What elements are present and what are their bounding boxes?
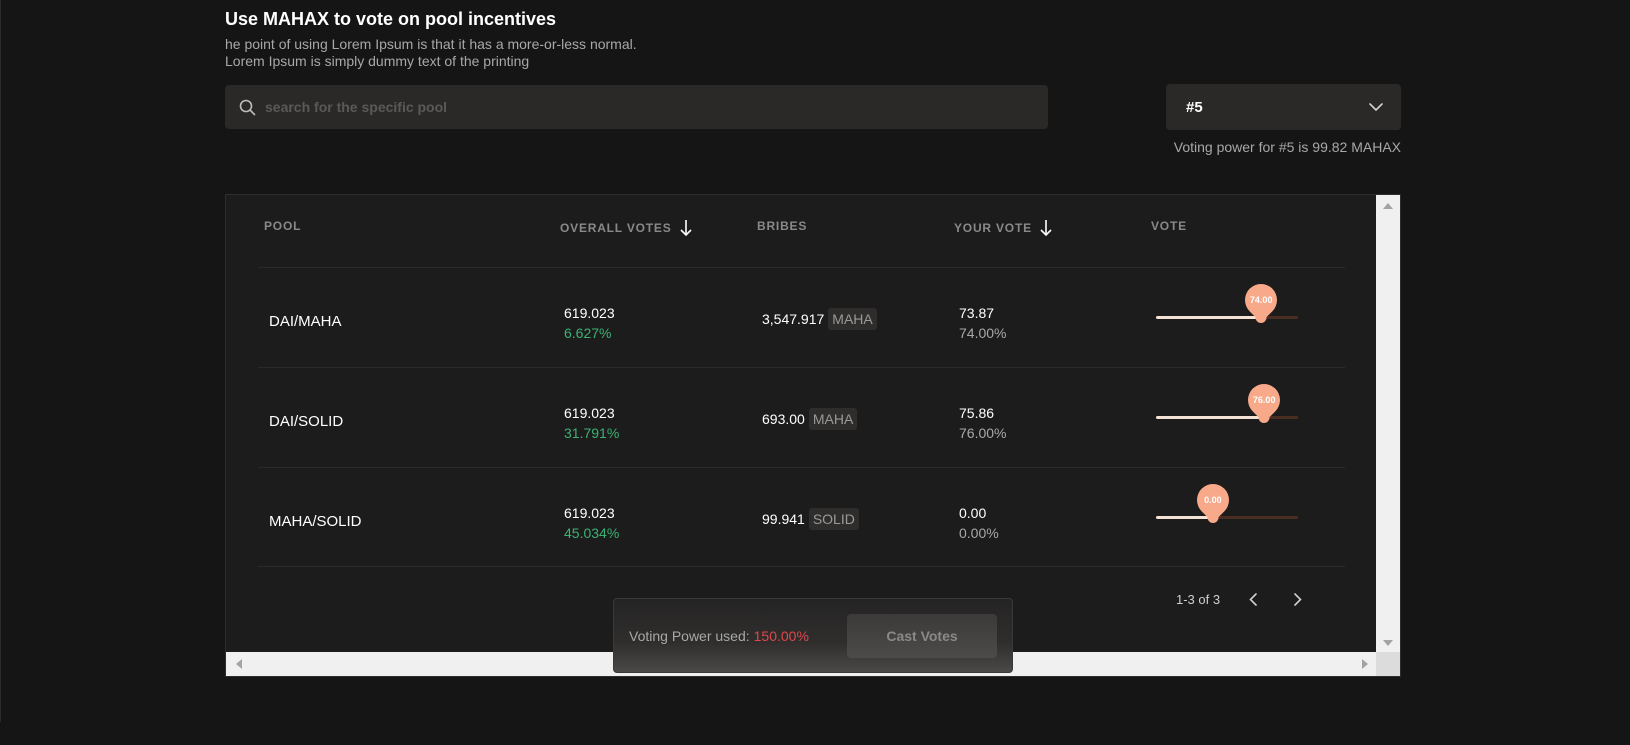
overall-votes-cell: 619.023 45.034%	[564, 503, 619, 543]
page-subtitle: he point of using Lorem Ipsum is that it…	[225, 36, 637, 70]
subtitle-line-1: he point of using Lorem Ipsum is that it…	[225, 36, 637, 52]
your-vote-percent: 74.00%	[959, 325, 1007, 341]
overall-votes-percent: 6.627%	[564, 325, 612, 341]
your-vote-percent: 76.00%	[959, 425, 1007, 441]
nft-select-dropdown[interactable]: #5	[1166, 84, 1401, 130]
vertical-scrollbar[interactable]	[1376, 195, 1400, 654]
bribe-token-badge: MAHA	[808, 408, 858, 430]
column-header-your-vote[interactable]: YOUR VOTE	[954, 219, 1052, 237]
voting-power-used-value: 150.00%	[753, 627, 809, 644]
page-left-border	[0, 0, 1, 722]
column-header-overall-votes[interactable]: OVERALL VOTES	[560, 219, 692, 237]
pagination: 1-3 of 3	[1176, 587, 1310, 611]
search-input[interactable]: search for the specific pool	[265, 99, 447, 115]
voting-power-footer: Voting Power used: 150.00% Cast Votes	[613, 598, 1013, 673]
overall-votes-cell: 619.023 31.791%	[564, 403, 619, 443]
your-vote-percent: 0.00%	[959, 525, 999, 541]
column-header-bribes: BRIBES	[757, 219, 808, 233]
overall-votes-value: 619.023	[564, 405, 615, 421]
table-row: MAHA/SOLID 619.023 45.034% 99.941 SOLID …	[258, 467, 1345, 567]
vote-slider[interactable]: 76.00	[1156, 377, 1298, 423]
scrollbar-corner	[1376, 652, 1400, 676]
slider-fill	[1156, 316, 1262, 319]
chevron-left-icon[interactable]	[1241, 587, 1265, 611]
your-vote-value: 75.86	[959, 405, 995, 421]
bribe-amount: 3,547.917	[762, 311, 825, 327]
table-row: DAI/MAHA 619.023 6.627% 3,547.917 MAHA 7…	[258, 267, 1345, 367]
voting-power-used-label: Voting Power used:	[629, 627, 750, 644]
overall-votes-value: 619.023	[564, 305, 615, 321]
overall-votes-percent: 45.034%	[564, 525, 620, 541]
pagination-range: 1-3 of 3	[1176, 591, 1221, 607]
overall-votes-value: 619.023	[564, 505, 615, 521]
cast-votes-button[interactable]: Cast Votes	[847, 613, 997, 658]
bribe-amount: 99.941	[762, 511, 805, 527]
column-header-pool: POOL	[264, 219, 302, 233]
pool-name: DAI/SOLID	[269, 413, 344, 430]
voting-power-info: Voting power for #5 is 99.82 MAHAX	[1173, 139, 1401, 155]
pool-name: DAI/MAHA	[269, 313, 342, 330]
scroll-right-arrow-icon[interactable]	[1362, 659, 1368, 669]
scroll-up-arrow-icon[interactable]	[1383, 203, 1393, 209]
bribe-amount: 693.00	[762, 411, 805, 427]
page-title: Use MAHAX to vote on pool incentives	[225, 9, 557, 29]
slider-fill	[1156, 516, 1213, 519]
overall-votes-cell: 619.023 6.627%	[564, 303, 615, 343]
chevron-right-icon[interactable]	[1286, 587, 1310, 611]
bribes-cell: 693.00 MAHA	[762, 408, 858, 430]
overall-votes-percent: 31.791%	[564, 425, 620, 441]
your-vote-cell: 0.00 0.00%	[959, 503, 999, 543]
sort-arrow-down-icon[interactable]	[1040, 219, 1052, 237]
sort-arrow-down-icon[interactable]	[679, 219, 692, 237]
table-row: DAI/SOLID 619.023 31.791% 693.00 MAHA 75…	[258, 367, 1345, 467]
your-vote-value: 0.00	[959, 505, 987, 521]
your-vote-cell: 75.86 76.00%	[959, 403, 1006, 443]
your-vote-value: 73.87	[959, 305, 995, 321]
vote-slider[interactable]: 0.00	[1156, 477, 1298, 523]
your-vote-cell: 73.87 74.00%	[959, 303, 1006, 343]
bribes-cell: 99.941 SOLID	[762, 508, 859, 530]
bribe-token-badge: MAHA	[828, 308, 877, 330]
vote-slider[interactable]: 74.00	[1156, 277, 1298, 323]
search-icon	[237, 97, 257, 117]
nft-select-value: #5	[1186, 98, 1203, 116]
scroll-down-arrow-icon[interactable]	[1383, 640, 1393, 646]
slider-fill	[1156, 416, 1264, 419]
subtitle-line-2: Lorem Ipsum is simply dummy text of the …	[225, 53, 530, 69]
bribe-token-badge: SOLID	[808, 508, 859, 530]
column-header-vote: VOTE	[1151, 219, 1187, 233]
scroll-left-arrow-icon[interactable]	[236, 659, 242, 669]
pool-name: MAHA/SOLID	[269, 513, 362, 530]
bribes-cell: 3,547.917 MAHA	[762, 308, 877, 330]
pool-search-box[interactable]: search for the specific pool	[225, 85, 1048, 129]
chevron-down-icon	[1369, 98, 1383, 116]
